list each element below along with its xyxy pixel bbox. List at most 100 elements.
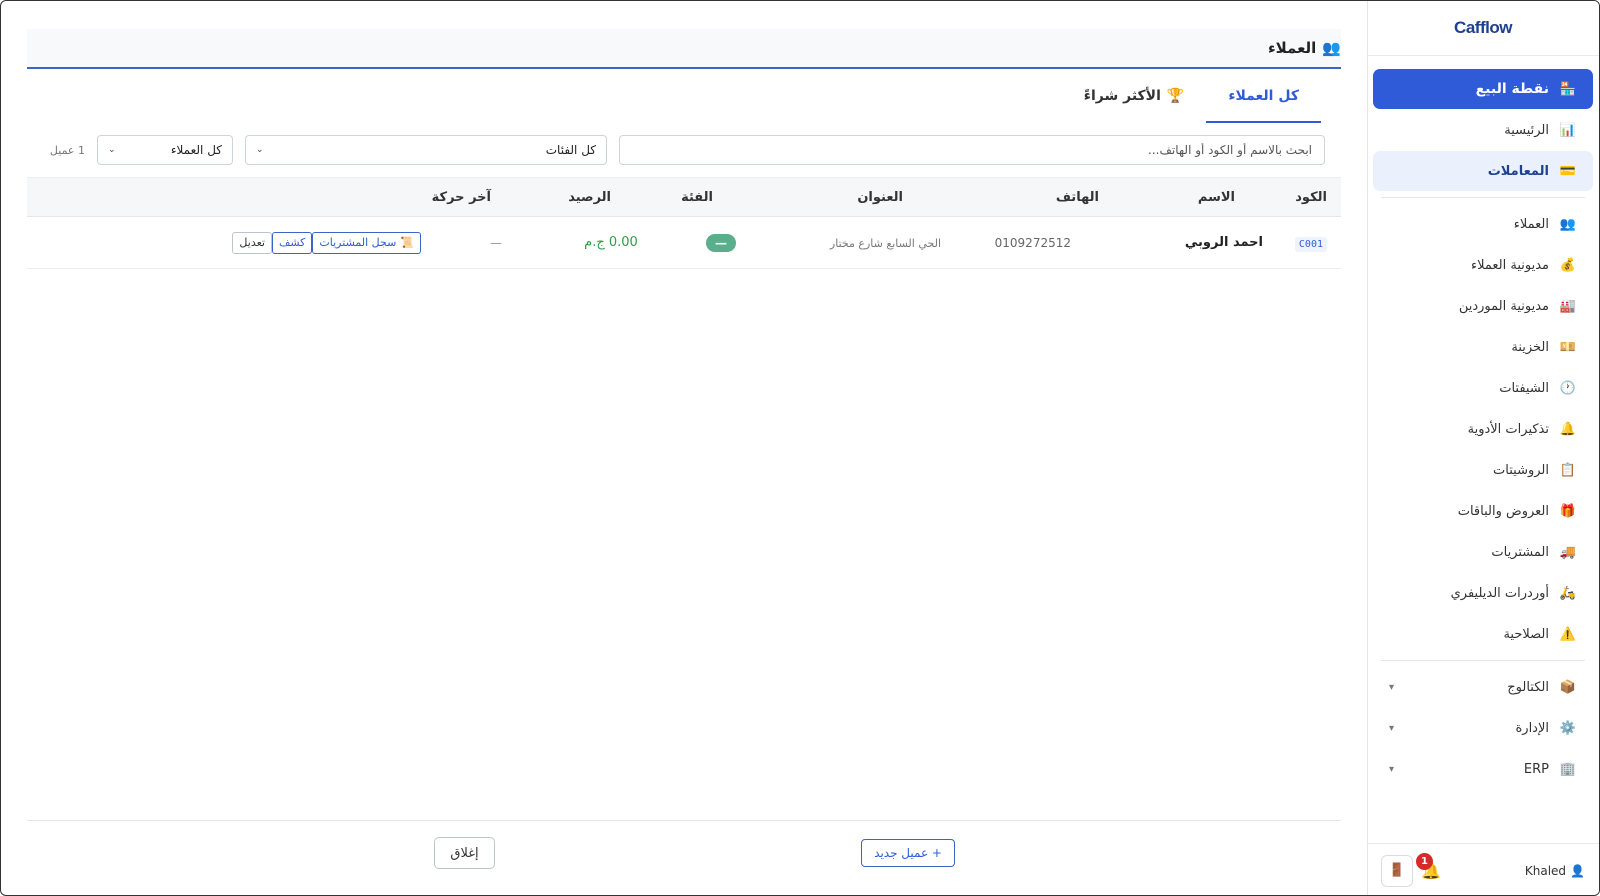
sidebar-item-expiry[interactable]: ⚠️ الصلاحية: [1373, 614, 1593, 654]
sidebar-item-offers[interactable]: 🎁 العروض والباقات: [1373, 491, 1593, 531]
sidebar-item-transactions[interactable]: 💳 المعاملات: [1373, 151, 1593, 191]
purchase-history-button[interactable]: 📜 سجل المشتريات: [312, 231, 421, 254]
sidebar-item-supplier-debts[interactable]: 🏭 مديونية الموردين: [1373, 286, 1593, 326]
sidebar-item-label: أوردرات الديليفري: [1450, 585, 1549, 601]
sidebar-group-catalog[interactable]: 📦 الكتالوج ▾: [1373, 667, 1593, 707]
category-select-value: كل الفئات: [545, 143, 596, 157]
package-icon: 📦: [1559, 679, 1577, 695]
user-icon: 👤: [1570, 863, 1585, 878]
column-header-name[interactable]: الاسم: [1161, 190, 1271, 205]
footer-actions: 🔔 1 🚪: [1381, 853, 1441, 887]
cell-actions: 📜 سجل المشتريات كشف تعديل: [27, 231, 441, 254]
sidebar-item-label: الرئيسية: [1504, 122, 1549, 138]
gift-icon: 🎁: [1559, 503, 1577, 519]
table-row[interactable]: C001 احمد الروبي 0109272512 الحي السابع …: [27, 217, 1341, 269]
sidebar-item-customer-debts[interactable]: 💰 مديونية العملاء: [1373, 245, 1593, 285]
sidebar-nav: 🏪 نقطة البيع 📊 الرئيسية 💳 المعاملات 👥 ال…: [1373, 69, 1593, 790]
divider: [1381, 660, 1585, 661]
sidebar-item-medicine-reminders[interactable]: 🔔 تذكيرات الأدوية: [1373, 409, 1593, 449]
gear-icon: ⚙️: [1559, 720, 1577, 736]
sidebar-group-administration[interactable]: ⚙️ الإدارة ▾: [1373, 708, 1593, 748]
sidebar-item-label: العملاء: [1513, 216, 1549, 232]
column-header-phone[interactable]: الهاتف: [981, 190, 1161, 205]
sidebar-item-label: الإدارة: [1515, 720, 1549, 736]
customer-phone: 0109272512: [994, 235, 1071, 250]
sidebar-item-treasury[interactable]: 💴 الخزينة: [1373, 327, 1593, 367]
add-customer-button[interactable]: + عميل جديد: [861, 839, 955, 867]
page-header: 👥 العملاء: [27, 29, 1341, 69]
sidebar-item-label: العروض والباقات: [1457, 503, 1549, 519]
users-icon: 👥: [1322, 39, 1341, 57]
column-header-code[interactable]: الكود: [1271, 190, 1341, 205]
sidebar-item-label: الشيفتات: [1499, 380, 1549, 396]
factory-icon: 🏭: [1559, 298, 1577, 314]
sidebar-item-label: مديونية العملاء: [1471, 257, 1549, 273]
customer-code: C001: [1294, 236, 1327, 252]
close-button[interactable]: إغلاق: [434, 837, 495, 869]
sidebar-item-pos[interactable]: 🏪 نقطة البيع: [1373, 69, 1593, 109]
customers-select[interactable]: كل العملاء ⌄: [97, 135, 233, 165]
column-header-address[interactable]: العنوان: [801, 190, 981, 205]
footer-divider: [27, 820, 1341, 821]
users-icon: 👥: [1559, 216, 1577, 232]
table-header: الكود الاسم الهاتف العنوان الفئة الرصيد …: [27, 177, 1341, 217]
building-icon: 🏢: [1559, 761, 1577, 777]
cell-address: الحي السابع شارع مختار: [771, 236, 941, 250]
warning-icon: ⚠️: [1559, 626, 1577, 642]
notifications-button[interactable]: 🔔 1: [1415, 853, 1441, 880]
sidebar-item-label: الكتالوج: [1507, 679, 1549, 695]
sidebar-item-purchases[interactable]: 🚚 المشتريات: [1373, 532, 1593, 572]
sidebar-item-label: مديونية الموردين: [1458, 298, 1549, 314]
filters-bar: كل الفئات ⌄ كل العملاء ⌄ 1 عميل: [27, 135, 1341, 165]
sidebar-item-customers[interactable]: 👥 العملاء: [1373, 204, 1593, 244]
sidebar-item-shifts[interactable]: 🕐 الشيفتات: [1373, 368, 1593, 408]
chart-icon: 📊: [1559, 122, 1577, 138]
customer-balance: 0.00 ج.م: [584, 235, 638, 250]
sidebar-item-label: الخزينة: [1511, 339, 1549, 355]
column-header-balance[interactable]: الرصيد: [551, 190, 671, 205]
search-input[interactable]: [619, 135, 1325, 165]
user-name: Khaled: [1524, 863, 1567, 878]
door-icon: 🚪: [1388, 863, 1406, 878]
tab-all-customers[interactable]: كل العملاء: [1206, 71, 1321, 123]
sidebar-item-label: الروشيتات: [1493, 462, 1549, 478]
store-icon: 🏪: [1559, 81, 1577, 97]
chevron-down-icon: ▾: [1389, 722, 1395, 734]
sidebar-group-erp[interactable]: 🏢 ERP ▾: [1373, 749, 1593, 789]
edit-button[interactable]: تعديل: [232, 231, 272, 254]
sidebar-item-label: الصلاحية: [1503, 626, 1549, 642]
category-badge: —: [706, 233, 736, 252]
sidebar-item-label: المشتريات: [1491, 544, 1549, 560]
chevron-down-icon: ⌄: [108, 145, 116, 155]
main-panel: 👥 العملاء كل العملاء 🏆 الأكثر شراءً كل ا…: [27, 1, 1341, 895]
clock-icon: 🕐: [1559, 380, 1577, 396]
chevron-down-icon: ▾: [1389, 681, 1395, 693]
sidebar-item-prescriptions[interactable]: 📋 الروشيتات: [1373, 450, 1593, 490]
page-title-text: العملاء: [1267, 39, 1317, 57]
cell-balance: 0.00 ج.م: [551, 235, 671, 250]
sidebar-footer: 👤 Khaled 🔔 1 🚪: [1367, 843, 1599, 895]
cell-category: —: [671, 233, 771, 252]
app-window: Cafflow 🏪 نقطة البيع 📊 الرئيسية 💳 المعام…: [0, 0, 1600, 896]
sidebar-item-delivery-orders[interactable]: 🛵 أوردرات الديليفري: [1373, 573, 1593, 613]
page-title: 👥 العملاء: [1268, 39, 1341, 57]
user-info[interactable]: 👤 Khaled: [1525, 864, 1585, 878]
statement-button[interactable]: كشف: [271, 231, 313, 254]
notification-badge: 1: [1415, 853, 1433, 870]
brand-logo: Cafflow: [1367, 1, 1599, 56]
cell-phone: 0109272512: [941, 236, 1071, 250]
sidebar-item-home[interactable]: 📊 الرئيسية: [1373, 110, 1593, 150]
banknote-icon: 💴: [1559, 339, 1577, 355]
scooter-icon: 🛵: [1559, 585, 1577, 601]
tab-top-buyers[interactable]: 🏆 الأكثر شراءً: [1062, 71, 1207, 123]
column-header-category[interactable]: الفئة: [671, 190, 801, 205]
logout-button[interactable]: 🚪: [1381, 854, 1413, 887]
customers-select-value: كل العملاء: [170, 143, 222, 157]
chevron-down-icon: ⌄: [256, 145, 264, 155]
sidebar-item-label: نقطة البيع: [1475, 81, 1549, 97]
sidebar-item-label: المعاملات: [1487, 163, 1549, 179]
column-header-last-activity[interactable]: آخر حركة: [421, 190, 551, 205]
category-select[interactable]: كل الفئات ⌄: [245, 135, 607, 165]
customer-address: الحي السابع شارع مختار: [829, 236, 941, 250]
cell-last-activity: —: [441, 236, 551, 250]
